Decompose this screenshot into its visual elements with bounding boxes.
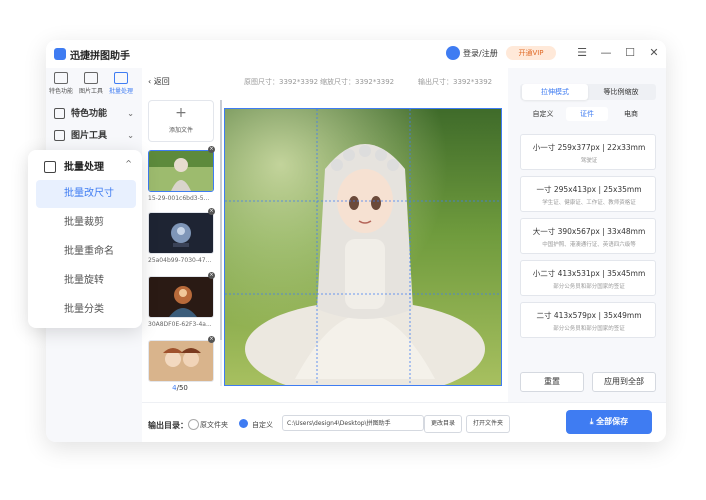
reset-button[interactable]: 重置	[520, 372, 584, 392]
radio-source-label: 原文件夹	[200, 421, 228, 429]
menu-item-batch-classify[interactable]: 批量分类	[36, 296, 136, 324]
preview-image	[225, 109, 501, 385]
thumbnail-item[interactable]	[148, 212, 214, 254]
menu-icon[interactable]: ☰	[574, 45, 590, 61]
size-card-desc: 部分公务员和部分国家的签证	[553, 326, 625, 332]
apply-all-button[interactable]: 应用到全部	[592, 372, 656, 392]
size-card-desc: 中国护照、港澳通行证、英语四六级等	[542, 242, 636, 248]
size-card[interactable]: 二寸 413x579px | 35x49mm 部分公务员和部分国家的签证	[520, 302, 656, 338]
topicon-feature[interactable]: 特色功能	[46, 72, 76, 95]
menu-item-batch-rotate[interactable]: 批量旋转	[36, 267, 136, 295]
batch-menu-heading[interactable]: 批量处理	[44, 158, 104, 173]
thumbnail-image	[149, 341, 213, 381]
file-counter: 4/50	[172, 384, 188, 392]
size-card-desc: 驾驶证	[580, 158, 598, 164]
tab-ecommerce[interactable]: 电商	[610, 107, 652, 121]
vip-button[interactable]: 开通VIP	[506, 46, 556, 60]
open-folder-button[interactable]: 打开文件夹	[466, 415, 510, 433]
size-card-desc: 部分公务员和部分国家的签证	[553, 284, 625, 290]
app-logo-icon	[54, 48, 66, 60]
remove-thumbnail-icon[interactable]: ×	[208, 272, 215, 279]
tab-stretch-mode[interactable]: 拉伸模式	[522, 84, 588, 100]
remove-thumbnail-icon[interactable]: ×	[208, 146, 215, 153]
output-size: 输出尺寸：3392*3392	[418, 78, 493, 86]
plus-icon: +	[175, 105, 187, 121]
image-icon	[84, 72, 98, 84]
add-file-label: 添加文件	[168, 127, 193, 134]
radio-source-folder[interactable]	[188, 419, 199, 430]
thumbnail-name: 30A8DF0E-62F3-4a...	[148, 321, 212, 328]
thumbnail-image	[149, 151, 213, 191]
topicon-batch[interactable]: 批量处理	[106, 72, 136, 95]
topicon-image-tools[interactable]: 图片工具	[76, 72, 106, 95]
remove-thumbnail-icon[interactable]: ×	[208, 336, 215, 343]
thumbnail-name: 15-29-001c6bd3-5...	[148, 195, 210, 202]
size-card-title: 小二寸 413x531px | 35x45mm	[532, 269, 646, 278]
back-button[interactable]: ‹ 返回	[148, 76, 170, 87]
thumbnail-image	[149, 213, 213, 253]
scaled-size: 缩放尺寸：3392*3392	[320, 78, 395, 86]
size-card[interactable]: 小二寸 413x531px | 35x45mm 部分公务员和部分国家的签证	[520, 260, 656, 296]
thumbnail-image	[149, 277, 213, 317]
nav-item-features[interactable]: 特色功能 ⌄	[54, 104, 136, 124]
change-dir-button[interactable]: 更改目录	[424, 415, 462, 433]
size-card-desc: 学生证、健康证、工作证、教师资格证	[542, 200, 636, 206]
scrollbar-thumb[interactable]	[220, 100, 222, 340]
remove-thumbnail-icon[interactable]: ×	[208, 208, 215, 215]
chevron-down-icon: ⌄	[127, 109, 134, 118]
size-card[interactable]: 小一寸 259x377px | 22x33mm 驾驶证	[520, 134, 656, 170]
image-tools-icon	[54, 130, 65, 141]
size-card[interactable]: 大一寸 390x567px | 33x48mm 中国护照、港澳通行证、英语四六级…	[520, 218, 656, 254]
output-dir-label: 输出目录：	[148, 421, 188, 430]
grid-icon	[54, 72, 68, 84]
radio-custom-label: 自定义	[252, 421, 273, 429]
features-icon	[54, 108, 65, 119]
minimize-button[interactable]: —	[598, 45, 614, 61]
menu-item-batch-crop[interactable]: 批量裁剪	[36, 209, 136, 237]
title-bar: 迅捷拼图助手 登录/注册 开通VIP ☰ — ☐ ✕	[46, 40, 666, 69]
size-card-title: 大一寸 390x567px | 33x48mm	[532, 227, 646, 236]
add-file-button[interactable]: + 添加文件	[148, 100, 214, 142]
thumbnail-item[interactable]	[148, 276, 214, 318]
size-card-title: 二寸 413x579px | 35x49mm	[536, 311, 642, 320]
preview-canvas[interactable]	[224, 108, 502, 386]
chevron-down-icon: ⌄	[127, 131, 134, 140]
original-size: 原图尺寸：3392*3392	[244, 78, 319, 86]
thumbnail-item[interactable]	[148, 150, 214, 192]
user-avatar-icon[interactable]	[446, 46, 460, 60]
output-path-field[interactable]: C:\Users\design4\Desktop\拼图助手	[282, 415, 424, 431]
menu-item-batch-resize[interactable]: 批量改尺寸	[36, 180, 136, 208]
batch-icon	[114, 72, 128, 84]
thumbnail-item[interactable]	[148, 340, 214, 382]
app-title: 迅捷拼图助手	[70, 51, 130, 62]
thumbnail-name: 25a04b99-7030-47...	[148, 257, 212, 264]
batch-menu-panel: 批量处理 ^ 批量改尺寸 批量裁剪 批量重命名 批量旋转 批量分类	[28, 150, 142, 328]
size-card[interactable]: 一寸 295x413px | 25x35mm 学生证、健康证、工作证、教师资格证	[520, 176, 656, 212]
close-button[interactable]: ✕	[646, 45, 662, 61]
size-card-title: 小一寸 259x377px | 22x33mm	[532, 143, 646, 152]
save-all-button[interactable]: ⤓ 全部保存	[566, 410, 652, 434]
batch-icon	[44, 161, 56, 173]
menu-item-batch-rename[interactable]: 批量重命名	[36, 238, 136, 266]
tab-proportional[interactable]: 等比例缩放	[588, 84, 654, 100]
thumbnail-scrollbar[interactable]	[220, 100, 222, 386]
tab-id-photo[interactable]: 证件	[566, 107, 608, 121]
size-card-title: 一寸 295x413px | 25x35mm	[536, 185, 642, 194]
chevron-up-icon[interactable]: ^	[125, 159, 132, 168]
maximize-button[interactable]: ☐	[622, 45, 638, 61]
login-register-link[interactable]: 登录/注册	[463, 48, 498, 59]
tab-custom[interactable]: 自定义	[522, 107, 564, 121]
nav-item-image-tools[interactable]: 图片工具 ⌄	[54, 126, 136, 146]
radio-custom-folder[interactable]	[239, 419, 248, 428]
